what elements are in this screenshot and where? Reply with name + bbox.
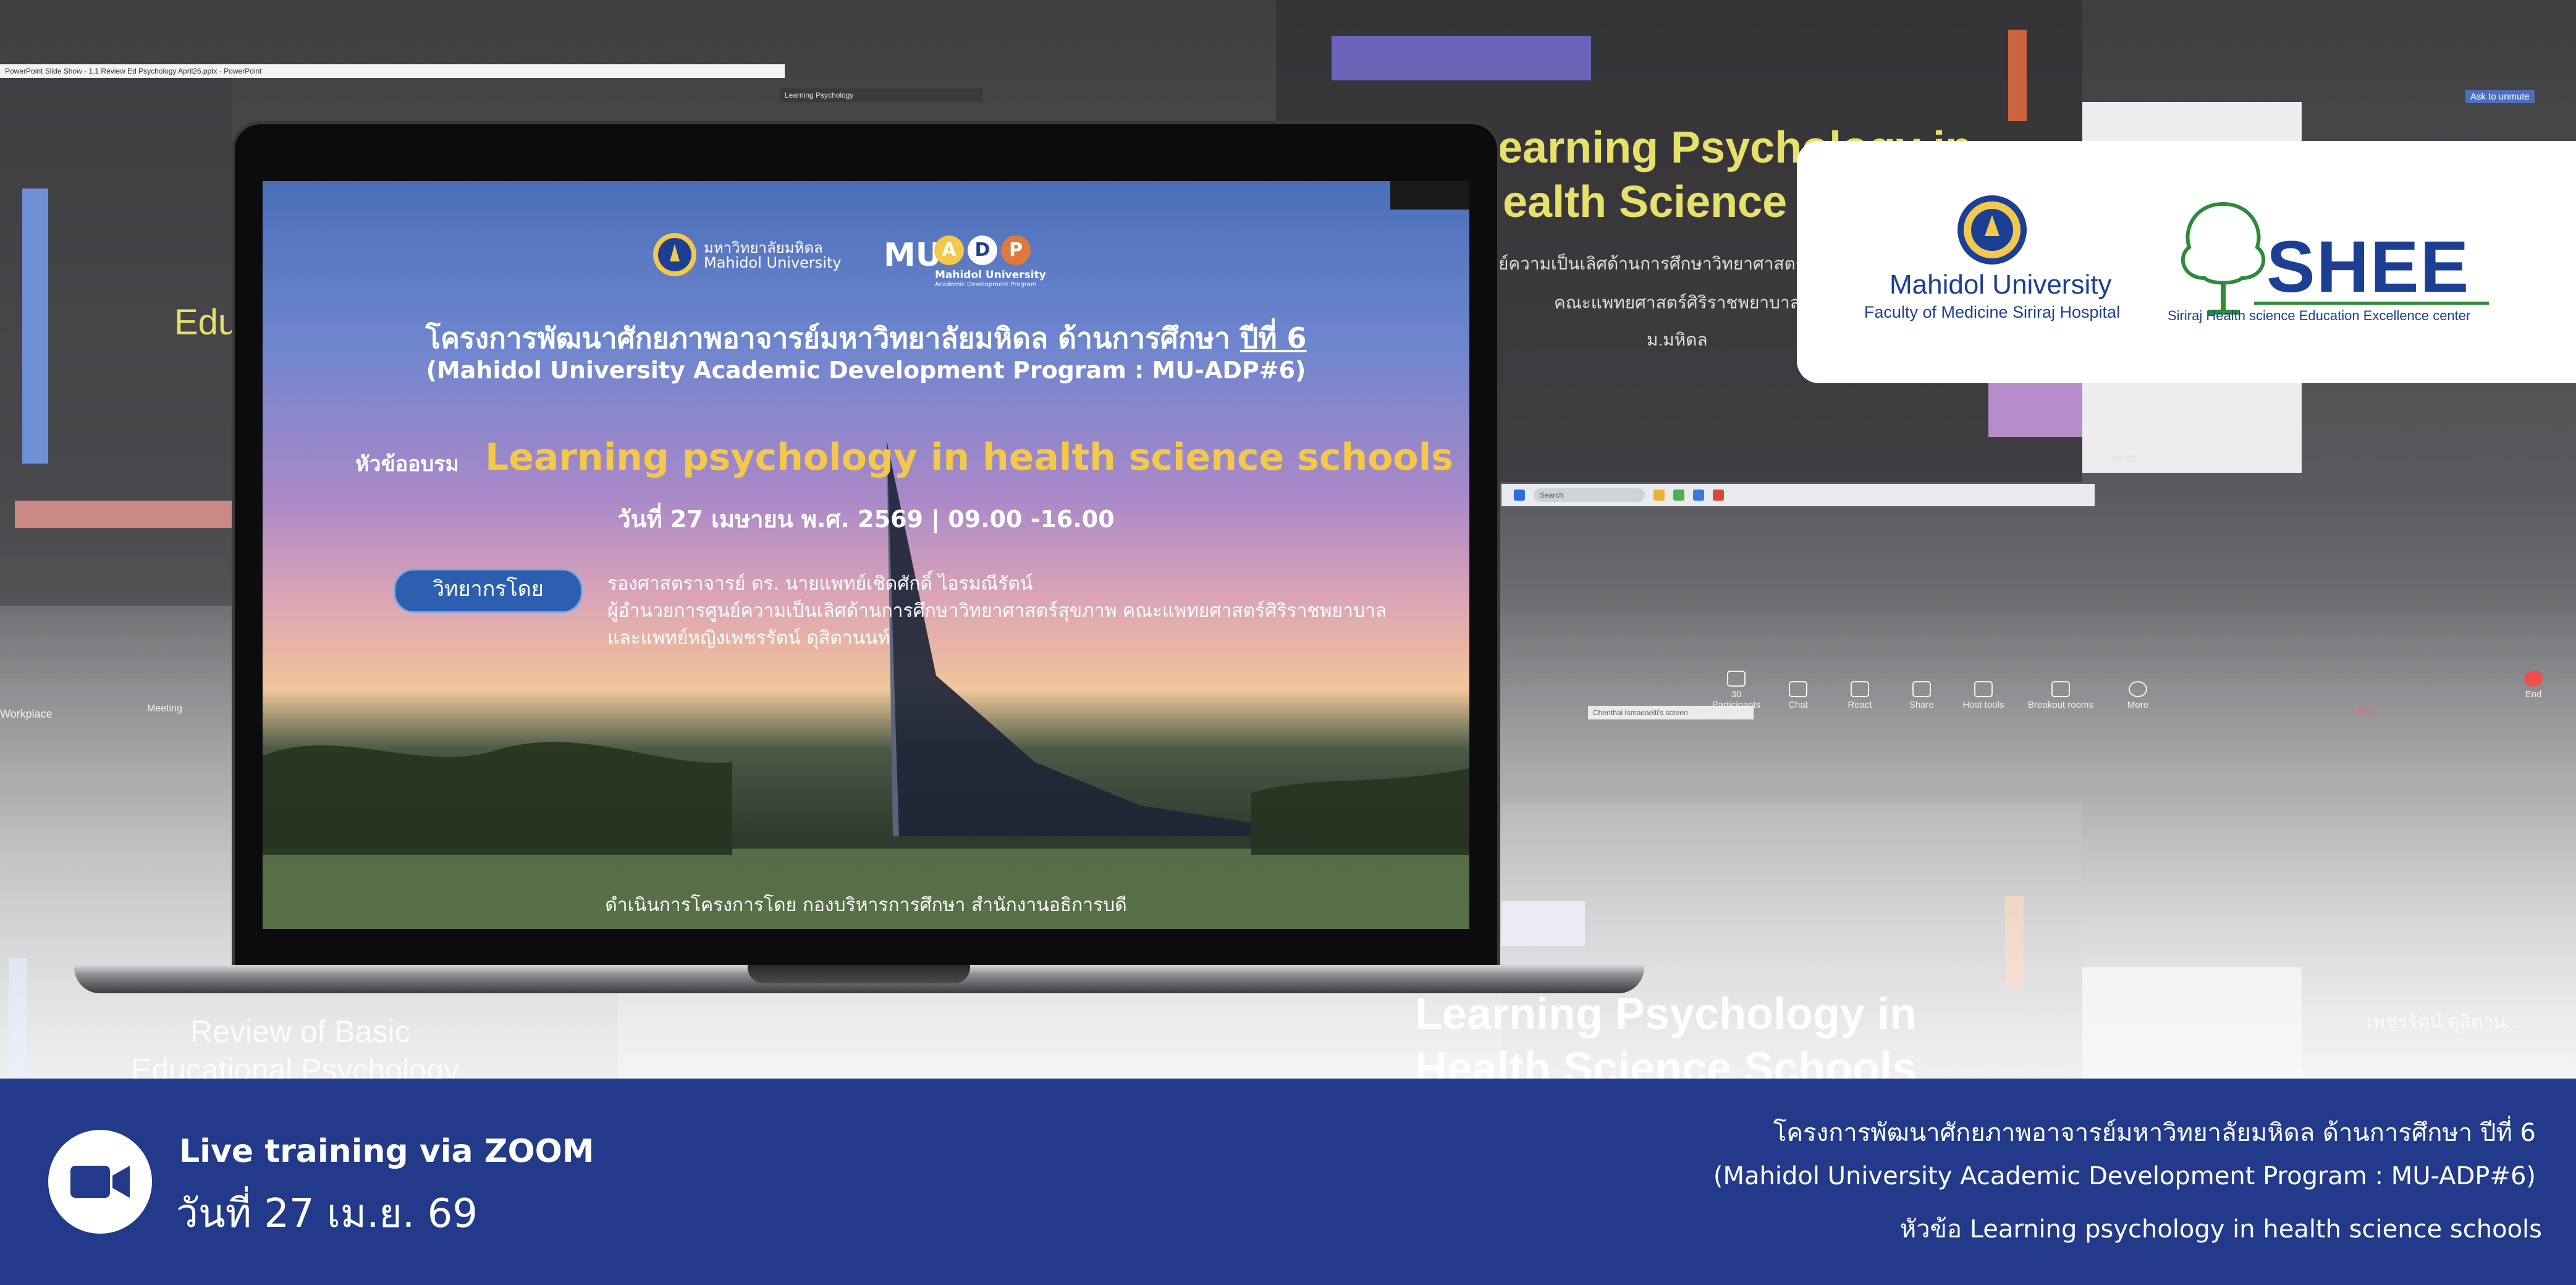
- end-button[interactable]: End: [2502, 671, 2564, 700]
- chat-icon: [1789, 681, 1807, 697]
- speaker-button: วิทยากรโดย: [394, 569, 583, 613]
- bg-bar-lilac: [1988, 380, 2082, 437]
- bg-speaker-name: เพชรรัตน์ ดุสิตาน...: [2367, 1012, 2522, 1032]
- workplace-label: Workplace: [0, 708, 53, 720]
- mahidol-faculty: Faculty of Medicine Siriraj Hospital: [1864, 303, 2121, 321]
- participants-label: Participants: [1712, 700, 1761, 710]
- breakout-rooms-button[interactable]: Breakout rooms: [2014, 681, 2107, 710]
- host-tools-label: Host tools: [1962, 700, 2004, 710]
- react-label: React: [1848, 700, 1872, 710]
- window-title-bar: PowerPoint Slide Show - 1.1 Review Ed Ps…: [0, 64, 785, 78]
- bg-review-title-1: Review of Basic: [190, 1014, 410, 1049]
- topic-title: Learning psychology in health science sc…: [485, 436, 1453, 479]
- bg-bar-blue-left: [22, 189, 48, 464]
- slide-date: วันที่ 27 เมษายน พ.ศ. 2569 | 09.00 -16.0…: [617, 506, 1115, 533]
- browser-tab: Learning Psychology: [780, 88, 982, 102]
- bg-bar-orange: [2008, 30, 2027, 121]
- mu-adp-letters: A D P: [934, 235, 1031, 265]
- bg-timer: 00:00: [2112, 454, 2137, 465]
- building-silhouette: [263, 441, 1469, 929]
- slide-title-thai-main: โครงการพัฒนาศักยภาพอาจารย์มหาวิทยาลัยมหิ…: [425, 321, 1241, 355]
- laptop-screen: มหาวิทยาลัยมหิดล Mahidol University MU A…: [263, 181, 1469, 929]
- folder-icon[interactable]: [1653, 490, 1665, 501]
- participants-button[interactable]: 30 Participants: [1705, 671, 1767, 710]
- app-icon-red[interactable]: [1713, 490, 1724, 501]
- topic-label: หัวข้ออบรม: [355, 452, 459, 477]
- bg-bar-peach: [2005, 896, 2024, 988]
- bg-review-title-2: Educational Psychology: [131, 1053, 459, 1079]
- bg-thai-line-3: ม.มหิดล: [1647, 330, 1708, 349]
- chat-button[interactable]: Chat: [1767, 681, 1829, 710]
- slide-footer: ดำเนินการโครงการโดย กองบริหารการศึกษา สำ…: [605, 894, 1127, 916]
- speaker-line-3: และแพทย์หญิงเพชรรัตน์ ดุสิตานนท์: [607, 627, 890, 649]
- band-right-line-2: (Mahidol University Academic Development…: [1713, 1162, 2536, 1190]
- share-icon: [1912, 681, 1931, 697]
- bg-slide-title-edu: Edu: [174, 302, 239, 342]
- adp-letter-a: A: [934, 235, 964, 265]
- speaker-line-2: ผู้อำนวยการศูนย์ความเป็นเลิศด้านการศึกษา…: [607, 600, 1387, 622]
- host-tools-button[interactable]: Host tools: [1953, 681, 2014, 710]
- video-camera-icon: [70, 1166, 130, 1198]
- end-label: End: [2525, 689, 2542, 700]
- slide-title-thai: โครงการพัฒนาศักยภาพอาจารย์มหาวิทยาลัยมหิ…: [263, 316, 1469, 361]
- mu-adp-mu: MU: [884, 237, 942, 274]
- band-right-line-3: หัวข้อ Learning psychology in health sci…: [1899, 1215, 2542, 1244]
- slide-logo-en: Mahidol University: [704, 254, 842, 271]
- more-icon: [2129, 681, 2147, 697]
- more-label: More: [2127, 700, 2149, 710]
- shee-tree-icon: [2181, 201, 2266, 315]
- more-button[interactable]: More: [2107, 681, 2169, 710]
- participant-count: 30: [1731, 689, 1742, 700]
- band-right-line-1: โครงการพัฒนาศักยภาพอาจารย์มหาวิทยาลัยมหิ…: [1773, 1119, 2536, 1147]
- adp-letter-p: P: [1001, 235, 1031, 265]
- share-label: Share: [1909, 700, 1935, 710]
- end-icon: [2524, 671, 2543, 687]
- zoom-logo: [48, 1130, 152, 1234]
- breakout-rooms-icon: [2051, 681, 2070, 697]
- participants-icon: [1727, 671, 1746, 687]
- bg-bar-salmon: [15, 501, 232, 528]
- shee-line: [2254, 302, 2489, 305]
- camera-notch: [1390, 181, 1469, 210]
- bg-bar-purple: [1332, 36, 1591, 80]
- bg-bar-lilac-light: [1501, 901, 1585, 946]
- windows-taskbar: Search: [1501, 484, 2095, 506]
- zoom-toolbar: 30 Participants Chat React Share Host to…: [1705, 671, 2169, 710]
- react-button[interactable]: React: [1829, 681, 1891, 710]
- bg-thai-line-1: ย์ความเป็นเลิศด้านการศึกษาวิทยาศาสตร์: [1498, 254, 1805, 273]
- breakout-rooms-label: Breakout rooms: [2028, 700, 2093, 710]
- windows-start-icon[interactable]: [1514, 490, 1525, 501]
- live-training-label: Live training via ZOOM: [179, 1133, 594, 1170]
- bg-thai-line-2: คณะแพทยศาสตร์ศิริราชพยาบาล: [1554, 293, 1801, 312]
- app-icon-blue[interactable]: [1693, 490, 1704, 501]
- mahidol-small-seal-icon: [653, 233, 696, 276]
- bg-slide-title-3: Learning Psychology in: [1415, 990, 1917, 1039]
- laptop-hinge-notch: [748, 965, 970, 983]
- rec-indicator: REC: [2357, 706, 2377, 717]
- adp-sub-2: Academic Development Program: [935, 281, 1037, 288]
- react-icon: [1851, 681, 1869, 697]
- ask-to-unmute-button[interactable]: Ask to unmute: [2465, 90, 2535, 103]
- shield-icon: [1974, 681, 1993, 697]
- bg-panel-video-right-bottom: [2082, 967, 2302, 1079]
- band-date: วันที่ 27 เม.ย. 69: [176, 1191, 478, 1237]
- mahidol-name: Mahidol University: [1890, 269, 2112, 300]
- shee-title: SHEE: [2266, 226, 2470, 308]
- slide-title-thai-year: ปีที่ 6: [1240, 321, 1307, 355]
- bg-slide-title-4: Health Science Schools: [1415, 1044, 1917, 1079]
- share-button[interactable]: Share: [1891, 681, 1953, 710]
- adp-letter-d: D: [968, 235, 997, 265]
- shee-subtitle: Siriraj Health science Education Excelle…: [2168, 308, 2471, 323]
- app-icon-green[interactable]: [1673, 490, 1684, 501]
- logo-card: Mahidol University Faculty of Medicine S…: [1797, 141, 2576, 383]
- meeting-label: Meeting: [147, 703, 182, 714]
- bg-bar-blue-bottom: [9, 958, 27, 1079]
- slide-title-en: (Mahidol University Academic Development…: [426, 357, 1306, 384]
- mahidol-seal-icon: [1957, 195, 2027, 265]
- adp-sub-1: Mahidol University: [935, 269, 1046, 281]
- taskbar-search[interactable]: Search: [1534, 488, 1645, 502]
- chat-label: Chat: [1788, 700, 1808, 710]
- speaker-line-1: รองศาสตราจารย์ ดร. นายแพทย์เชิดศักดิ์ ไอ…: [607, 573, 1033, 595]
